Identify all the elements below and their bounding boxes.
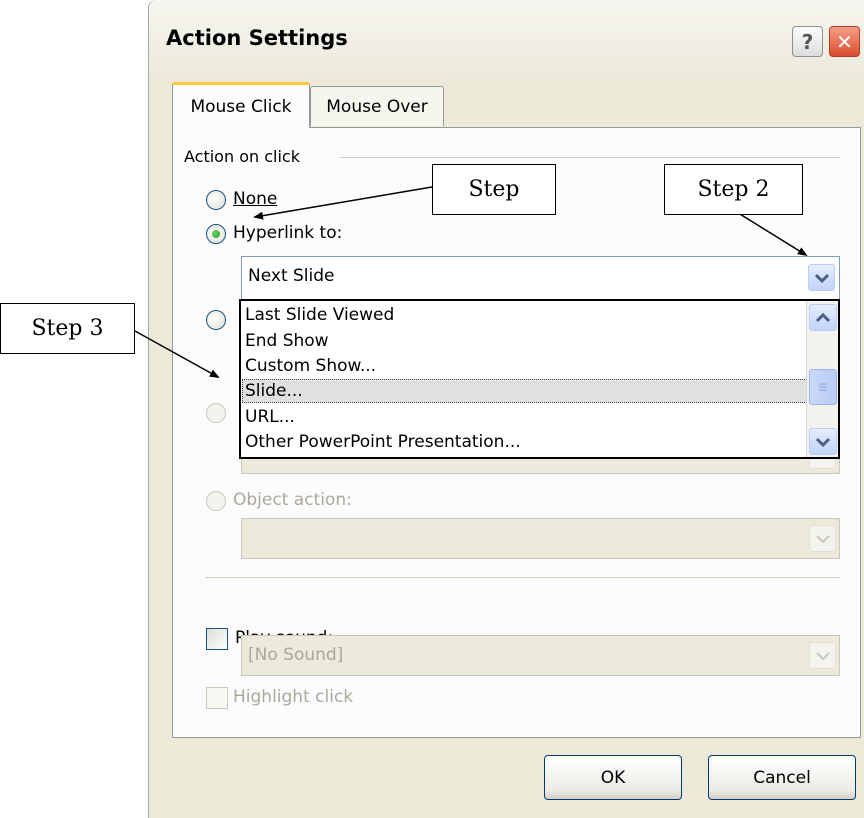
step2-arrow	[734, 210, 808, 257]
annotation-arrows	[134, 186, 808, 378]
step3-arrow	[134, 330, 220, 378]
step2-callout: Step 2	[664, 164, 803, 215]
step3-callout: Step 3	[0, 303, 135, 354]
step1-arrow	[253, 186, 433, 220]
step1-callout: Step	[432, 164, 556, 215]
